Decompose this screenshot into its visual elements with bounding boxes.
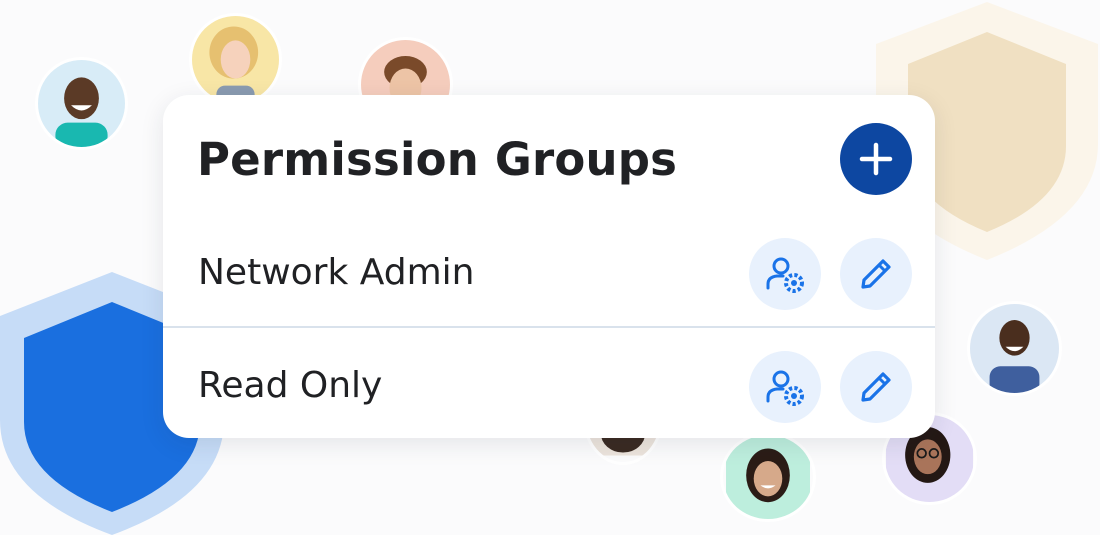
pencil-icon [861,372,891,402]
edit-group-button[interactable] [840,351,912,423]
plus-icon [859,142,893,176]
manage-members-button[interactable] [749,238,821,310]
group-name: Read Only [198,365,383,406]
user-settings-icon [766,370,804,406]
card-title: Permission Groups [197,133,678,186]
user-settings-icon [766,257,804,293]
manage-members-button[interactable] [749,351,821,423]
edit-group-button[interactable] [840,238,912,310]
avatar [720,432,816,522]
avatar [35,57,128,150]
avatar [967,301,1062,396]
add-group-button[interactable] [840,123,912,195]
group-name: Network Admin [198,252,475,293]
pencil-icon [861,259,891,289]
list-item: Read Only [163,351,935,427]
avatar [189,13,282,106]
permission-groups-card: Permission Groups Network Admin Read Onl… [163,95,935,438]
divider [163,326,935,328]
list-item: Network Admin [163,238,935,314]
